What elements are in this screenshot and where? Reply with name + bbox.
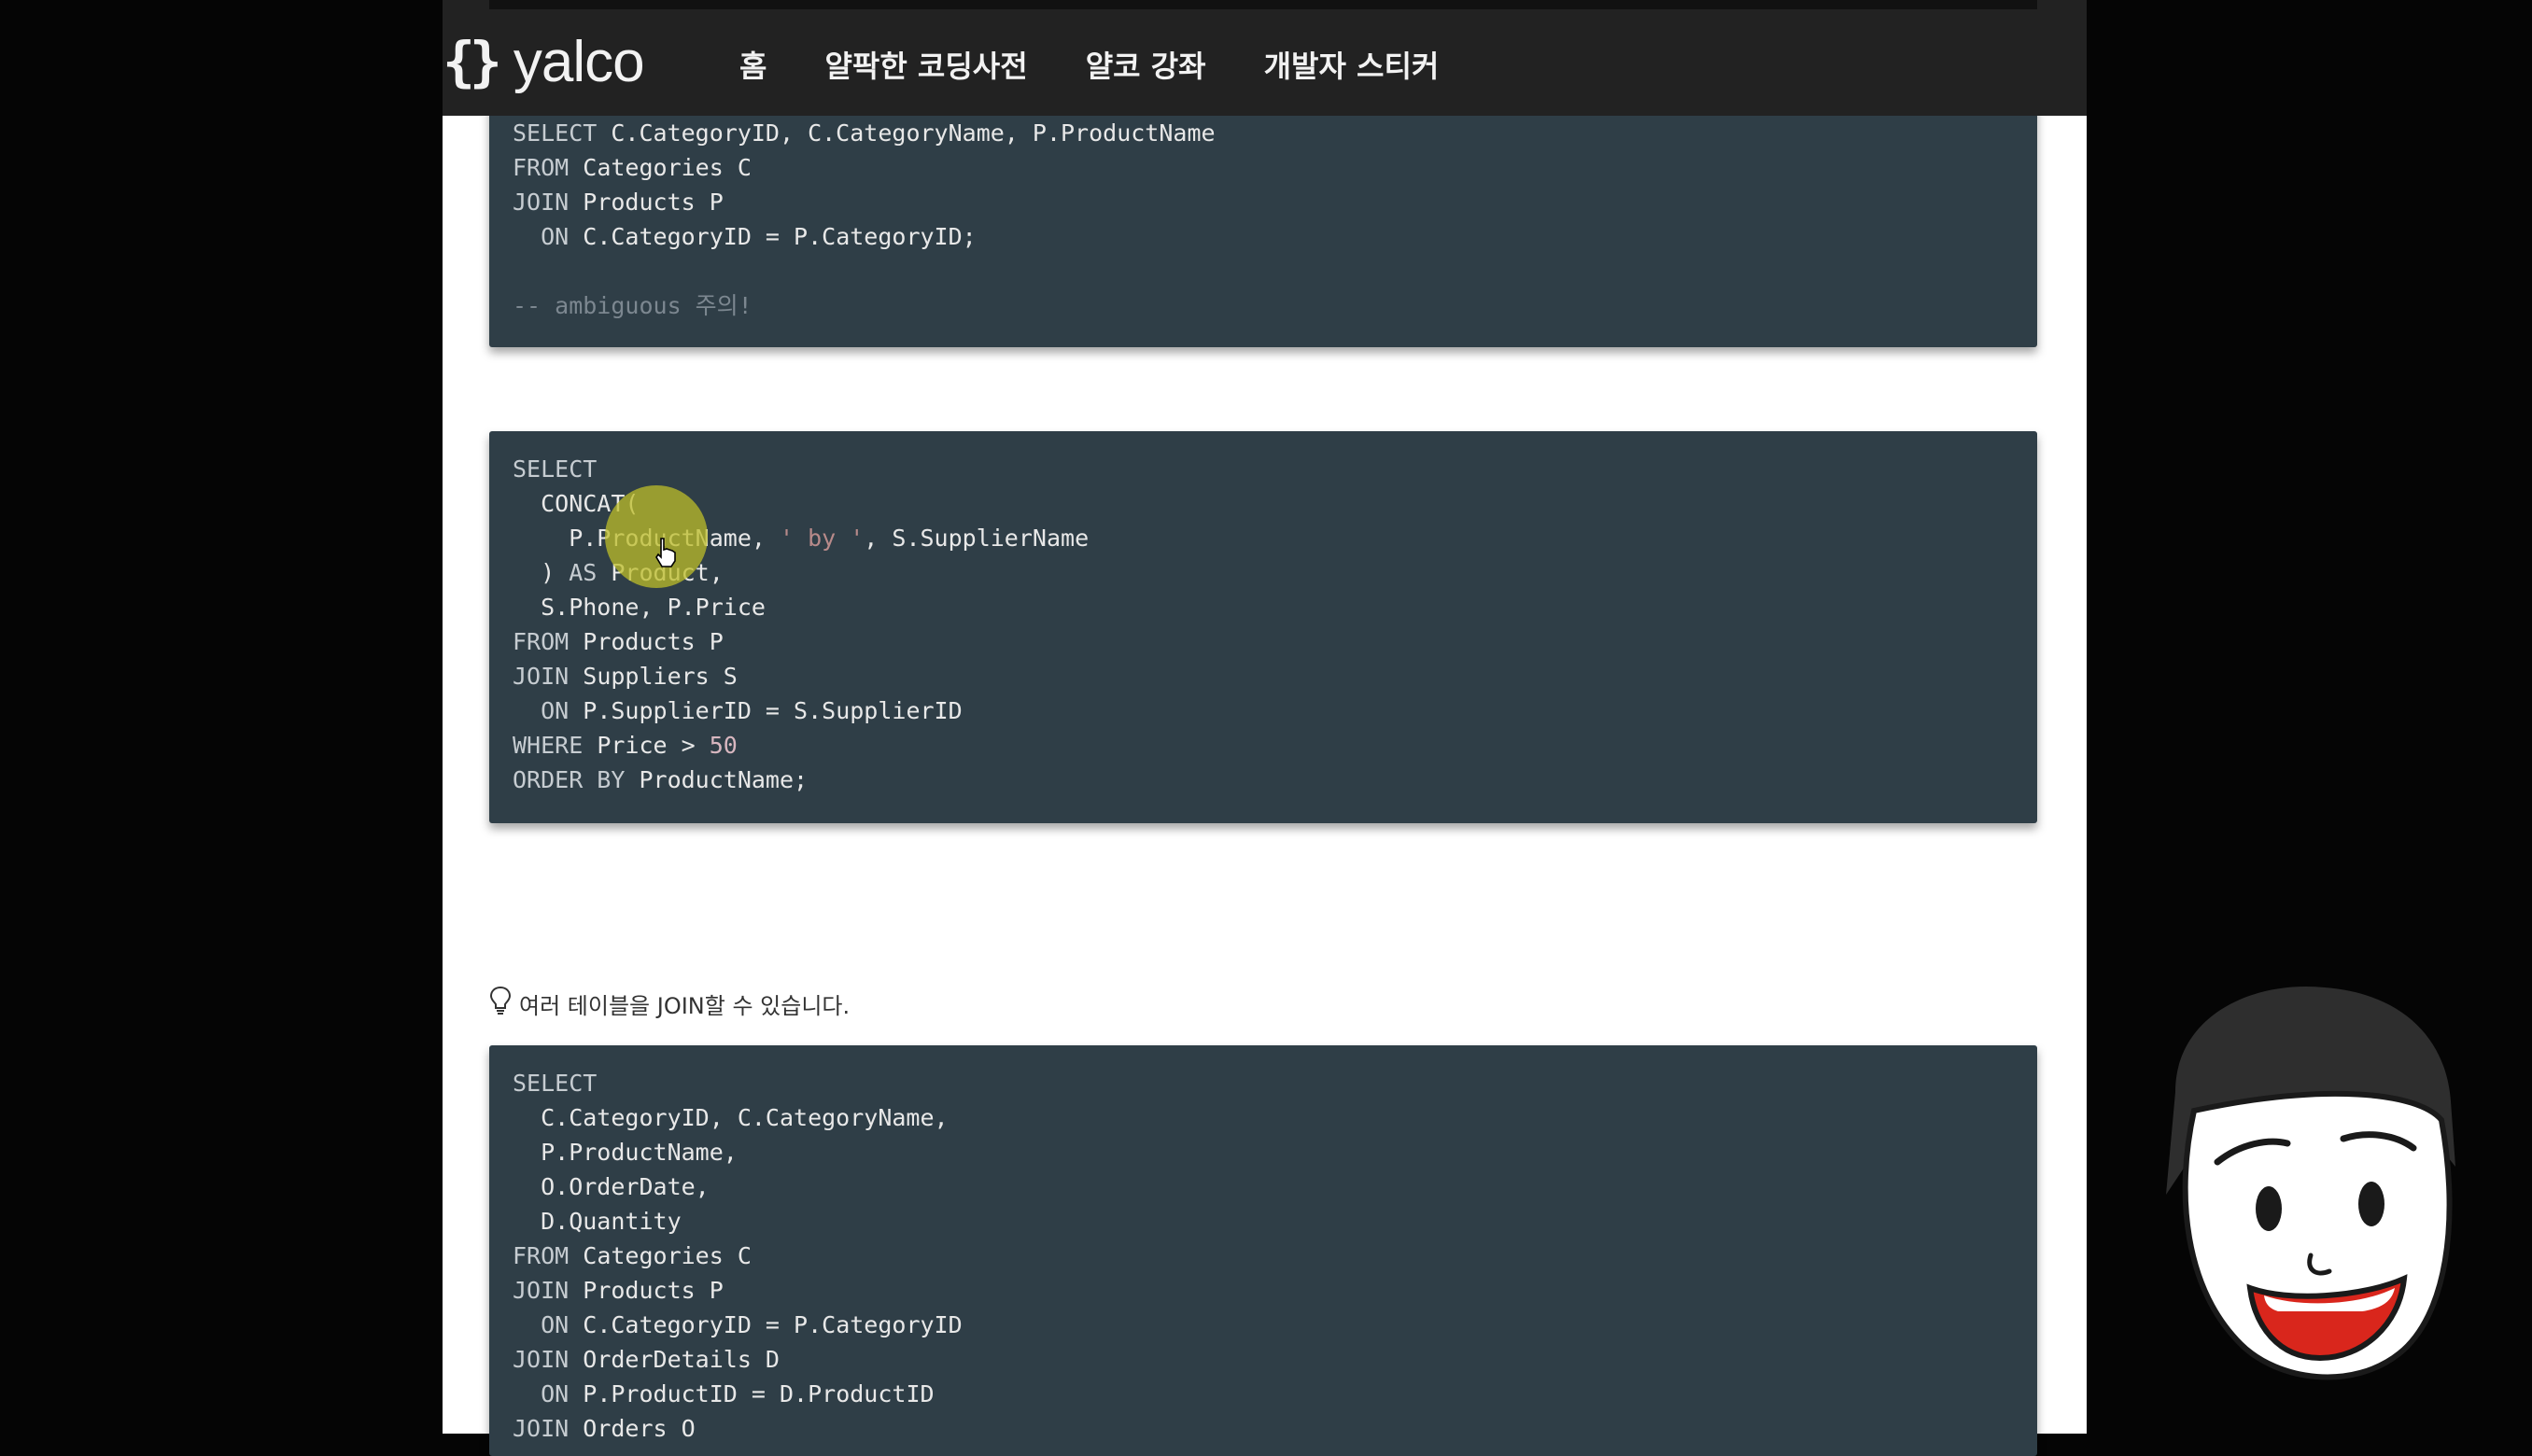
code-line: O.OrderDate, bbox=[513, 1173, 710, 1200]
navbar-top-strip bbox=[489, 0, 2037, 9]
nav-menu: 홈 얄팍한 코딩사전 얄코 강좌 개발자 스티커 bbox=[739, 43, 1439, 86]
top-navbar: {} yalco 홈 얄팍한 코딩사전 얄코 강좌 개발자 스티커 bbox=[443, 0, 2087, 116]
code-line: JOIN Products P bbox=[513, 189, 724, 216]
code-line: ORDER BY ProductName; bbox=[513, 766, 809, 793]
code-block-1: SELECT C.CategoryID, C.CategoryName, P.P… bbox=[489, 95, 2037, 347]
lightbulb-icon bbox=[489, 986, 512, 1021]
code-line: SELECT bbox=[513, 455, 598, 483]
logo-braces: {} bbox=[443, 30, 502, 93]
code-line: JOIN Suppliers S bbox=[513, 663, 738, 690]
code-line: SELECT C.CategoryID, C.CategoryName, P.P… bbox=[513, 119, 1216, 147]
code-line: FROM Categories C bbox=[513, 1242, 752, 1269]
code-line: D.Quantity bbox=[513, 1208, 682, 1235]
code-line: JOIN Products P bbox=[513, 1277, 724, 1304]
code-line: S.Phone, P.Price bbox=[513, 594, 766, 621]
code-line: C.CategoryID, C.CategoryName, bbox=[513, 1104, 949, 1131]
nav-item-home[interactable]: 홈 bbox=[739, 43, 767, 86]
code-line: ON C.CategoryID = P.CategoryID bbox=[541, 1311, 963, 1338]
code-line: WHERE Price > 50 bbox=[513, 732, 738, 759]
tip-line: 여러 테이블을 JOIN할 수 있습니다. bbox=[489, 986, 850, 1021]
code-line: P.ProductName, ' by ', S.SupplierName bbox=[569, 525, 1090, 552]
code-line: SELECT bbox=[513, 1070, 598, 1097]
nav-item-dev-stickers[interactable]: 개발자 스티커 bbox=[1264, 43, 1440, 86]
nav-item-coding-dictionary[interactable]: 얄팍한 코딩사전 bbox=[824, 43, 1027, 86]
code-block-3: SELECT C.CategoryID, C.CategoryName, P.P… bbox=[489, 1045, 2037, 1456]
tip-text: 여러 테이블을 JOIN할 수 있습니다. bbox=[519, 992, 851, 1019]
code-line: CONCAT( bbox=[513, 490, 640, 517]
code-line: JOIN OrderDetails D bbox=[513, 1346, 780, 1373]
code-block-2: SELECT CONCAT( P.ProductName, ' by ', S.… bbox=[489, 431, 2037, 823]
code-line: JOIN Orders O bbox=[513, 1415, 696, 1442]
logo-text: yalco bbox=[513, 29, 645, 94]
code-line: ON P.ProductID = D.ProductID bbox=[541, 1380, 935, 1407]
code-line: ) AS Product, bbox=[513, 559, 724, 586]
code-line: P.ProductName, bbox=[513, 1139, 738, 1166]
code-line: ON C.CategoryID = P.CategoryID; bbox=[541, 223, 977, 250]
code-line: ON P.SupplierID = S.SupplierID bbox=[541, 697, 963, 724]
nav-item-yalco-lectures[interactable]: 얄코 강좌 bbox=[1086, 43, 1206, 86]
code-line: FROM Categories C bbox=[513, 154, 752, 181]
yalco-logo[interactable]: {} yalco bbox=[443, 28, 645, 95]
code-line: -- ambiguous 주의! bbox=[513, 292, 753, 319]
hand-pointer-icon bbox=[654, 537, 678, 572]
code-line: FROM Products P bbox=[513, 628, 724, 655]
yalco-avatar bbox=[2138, 980, 2465, 1391]
